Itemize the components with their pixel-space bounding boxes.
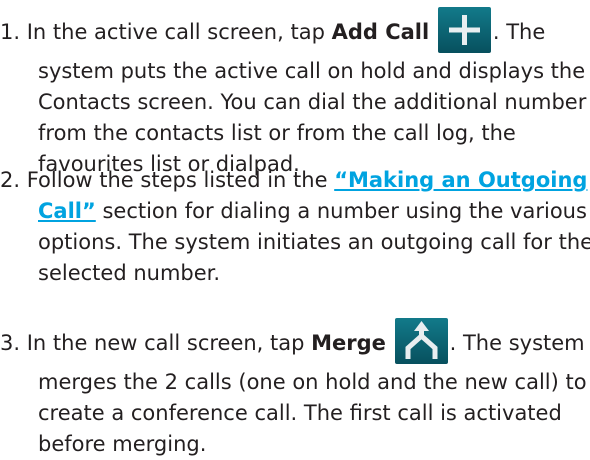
step-3-line-3: create a conference call. The first call…: [38, 401, 562, 425]
step-3-text-after: . The system: [449, 331, 585, 355]
merge-calls-icon: [394, 318, 448, 364]
step-1-text-before: In the active call screen, tap: [20, 20, 332, 44]
step-3-line-4: before merging.: [38, 432, 207, 456]
step-1-number: 1.: [0, 20, 21, 44]
step-2-line-1: 2. Follow the steps listed in the “Makin…: [0, 165, 587, 196]
step-3: 3. In the new call screen, tap Merge . T…: [0, 318, 587, 460]
step-2-text-before: Follow the steps listed in the: [20, 168, 335, 192]
step-2-number: 2.: [0, 168, 21, 192]
making-outgoing-call-link[interactable]: “Making an Outgoing: [334, 168, 587, 192]
step-2-line-2: Call” section for dialing a number using…: [0, 196, 587, 227]
step-3-text-before: In the new call screen, tap: [20, 331, 312, 355]
step-2-text-after: section for dialing a number using the v…: [95, 199, 587, 223]
step-1-line-4: from the contacts list or from the call …: [38, 121, 516, 145]
merge-label: Merge: [311, 331, 386, 355]
step-2-line-3: options. The system initiates an outgoin…: [38, 230, 590, 254]
add-call-label: Add Call: [331, 20, 430, 44]
document-page: 1. In the active call screen, tap Add Ca…: [0, 0, 590, 460]
step-1-text-after: . The: [492, 20, 546, 44]
add-call-icon: [437, 7, 491, 53]
step-1: 1. In the active call screen, tap Add Ca…: [0, 7, 587, 180]
step-2-line-4: selected number.: [38, 261, 221, 285]
making-outgoing-call-link-cont[interactable]: Call”: [38, 199, 96, 223]
step-1-line-2: system puts the active call on hold and …: [38, 59, 586, 83]
step-3-line-1: 3. In the new call screen, tap Merge . T…: [0, 318, 585, 367]
step-3-number: 3.: [0, 331, 21, 355]
step-1-line-1: 1. In the active call screen, tap Add Ca…: [0, 7, 580, 56]
step-3-line-2: merges the 2 calls (one on hold and the …: [38, 370, 587, 394]
step-2: 2. Follow the steps listed in the “Makin…: [0, 165, 590, 289]
step-1-line-3: Contacts screen. You can dial the additi…: [38, 90, 587, 114]
